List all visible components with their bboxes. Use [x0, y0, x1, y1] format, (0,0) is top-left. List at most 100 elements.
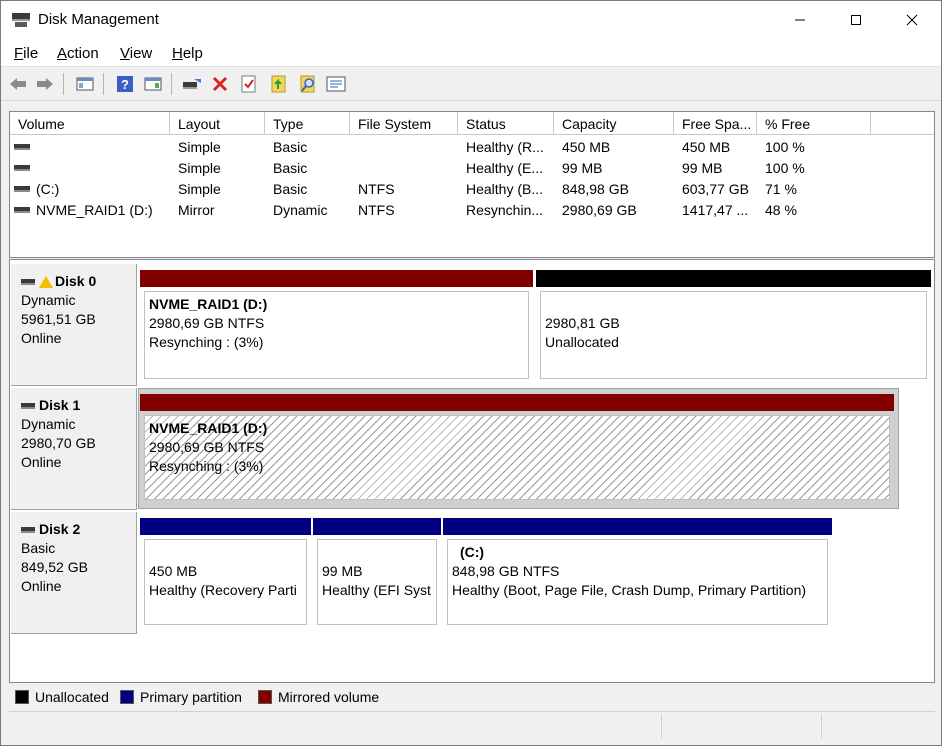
unallocated-swatch — [15, 690, 29, 704]
column-header-type[interactable]: Type — [265, 112, 350, 135]
menu-file-rest: ile — [23, 45, 39, 62]
column-header-free-space[interactable]: Free Spa... — [674, 112, 757, 135]
cell-status: Healthy (E... — [466, 160, 544, 176]
menu-file[interactable]: File — [14, 45, 38, 62]
volume-icon — [14, 186, 30, 192]
show-hide-action-pane-button[interactable] — [142, 73, 164, 95]
cell-free-space: 450 MB — [682, 139, 731, 155]
status-segment — [661, 714, 821, 738]
import-button[interactable] — [268, 73, 290, 95]
partition-status: Healthy (EFI Syst — [322, 582, 431, 598]
disk-0-size: 5961,51 GB — [21, 311, 96, 327]
disk-0-label[interactable]: Disk 0 Dynamic 5961,51 GB Online — [11, 264, 137, 386]
menu-help[interactable]: Help — [172, 45, 203, 62]
disk-2-size: 849,52 GB — [21, 559, 88, 575]
volume-icon — [14, 207, 30, 213]
help-icon: ? — [117, 76, 133, 92]
partition-body: 450 MB Healthy (Recovery Parti — [144, 539, 307, 625]
minimize-button[interactable] — [777, 1, 823, 39]
primary-partition-bar — [313, 518, 441, 535]
properties-button[interactable] — [325, 73, 347, 95]
mirrored-volume-bar — [140, 270, 533, 287]
unallocated-bar — [536, 270, 931, 287]
menu-view[interactable]: View — [120, 45, 152, 62]
minimize-icon — [795, 19, 805, 21]
connect-disk-button[interactable] — [181, 73, 203, 95]
disk-2-label[interactable]: Disk 2 Basic 849,52 GB Online — [11, 512, 137, 634]
menu-help-rest: elp — [182, 45, 203, 62]
menu-action[interactable]: Action — [57, 45, 99, 62]
partition-size: 450 MB — [149, 563, 198, 579]
disk-0-name: Disk 0 — [55, 273, 97, 289]
legend-item-unallocated: Unallocated — [15, 689, 109, 705]
disk-icon — [21, 402, 35, 409]
toolbar-separator — [171, 73, 172, 95]
cell-free-space: 1417,47 ... — [682, 202, 749, 218]
cell-file-system: NTFS — [358, 202, 395, 218]
help-button[interactable]: ? — [114, 73, 136, 95]
partition-body: 2980,81 GB Unallocated — [540, 291, 927, 379]
cell-percent-free: 100 % — [765, 139, 805, 155]
disk-management-app-icon — [12, 13, 30, 27]
partition-efi[interactable]: 99 MB Healthy (EFI Syst — [313, 518, 441, 628]
column-header-capacity[interactable]: Capacity — [554, 112, 674, 135]
action-pane-icon — [144, 77, 162, 91]
maximize-button[interactable] — [833, 1, 879, 39]
cell-type: Basic — [273, 181, 308, 197]
close-icon — [906, 14, 918, 26]
search-button[interactable] — [297, 73, 319, 95]
cell-layout: Simple — [178, 160, 221, 176]
status-segment — [821, 714, 933, 738]
partition-title: NVME_RAID1 (D:) — [149, 420, 268, 436]
checklist-button[interactable] — [238, 73, 260, 95]
cell-volume: NVME_RAID1 (D:) — [36, 202, 153, 218]
volume-list: Volume Layout Type File System Status Ca… — [9, 111, 935, 258]
disk-1-label[interactable]: Disk 1 Dynamic 2980,70 GB Online — [11, 388, 137, 510]
back-button[interactable] — [7, 73, 29, 95]
partition-unallocated-disk0[interactable]: 2980,81 GB Unallocated — [536, 270, 931, 380]
partition-status: Resynching : (3%) — [149, 334, 264, 350]
legend-item-primary: Primary partition — [120, 689, 242, 705]
disk-0-type: Dynamic — [21, 292, 76, 308]
cell-capacity: 450 MB — [562, 139, 611, 155]
column-header-percent-free[interactable]: % Free — [757, 112, 871, 135]
partition-status: Healthy (Boot, Page File, Crash Dump, Pr… — [452, 582, 807, 598]
delete-button[interactable] — [209, 73, 231, 95]
cell-capacity: 99 MB — [562, 160, 603, 176]
table-row[interactable]: Simple Basic Healthy (E... 99 MB 99 MB 1… — [10, 158, 934, 179]
delete-icon — [212, 76, 228, 92]
toolbar: ? — [1, 67, 941, 101]
import-icon — [271, 75, 286, 93]
column-header-layout[interactable]: Layout — [170, 112, 265, 135]
volume-icon — [14, 165, 30, 171]
cell-percent-free: 71 % — [765, 181, 797, 197]
show-hide-console-tree-button[interactable] — [74, 73, 96, 95]
forward-button[interactable] — [34, 73, 56, 95]
partition-title: (C:) — [460, 544, 485, 560]
partition-body: NVME_RAID1 (D:) 2980,69 GB NTFS Resynchi… — [144, 291, 529, 379]
connect-disk-icon — [183, 79, 201, 89]
partition-c-drive[interactable]: (C:) 848,98 GB NTFS Healthy (Boot, Page … — [443, 518, 832, 628]
partition-recovery[interactable]: 450 MB Healthy (Recovery Parti — [140, 518, 311, 628]
partition-nvme-raid1-disk1[interactable]: NVME_RAID1 (D:) 2980,69 GB NTFS Resynchi… — [140, 394, 894, 504]
table-row[interactable]: Simple Basic Healthy (R... 450 MB 450 MB… — [10, 137, 934, 158]
column-header-status[interactable]: Status — [458, 112, 554, 135]
table-row[interactable]: NVME_RAID1 (D:) Mirror Dynamic NTFS Resy… — [10, 200, 934, 221]
volume-icon — [14, 144, 30, 150]
disk-2-state: Online — [21, 578, 62, 594]
disk-graphical-view: Disk 0 Dynamic 5961,51 GB Online NVME_RA… — [9, 259, 935, 683]
title-bar: Disk Management — [1, 1, 941, 39]
cell-free-space: 603,77 GB — [682, 181, 749, 197]
legend-label: Primary partition — [140, 689, 242, 705]
disk-1-name: Disk 1 — [39, 397, 81, 413]
column-header-volume[interactable]: Volume — [10, 112, 170, 135]
cell-type: Dynamic — [273, 202, 328, 218]
menu-file-accel: F — [14, 45, 24, 62]
partition-nvme-raid1-disk0[interactable]: NVME_RAID1 (D:) 2980,69 GB NTFS Resynchi… — [140, 270, 533, 380]
partition-size: 848,98 GB NTFS — [452, 563, 560, 579]
partition-status: Healthy (Recovery Parti — [149, 582, 297, 598]
close-button[interactable] — [889, 1, 935, 39]
warning-icon — [39, 275, 53, 288]
table-row[interactable]: (C:) Simple Basic NTFS Healthy (B... 848… — [10, 179, 934, 200]
column-header-file-system[interactable]: File System — [350, 112, 458, 135]
